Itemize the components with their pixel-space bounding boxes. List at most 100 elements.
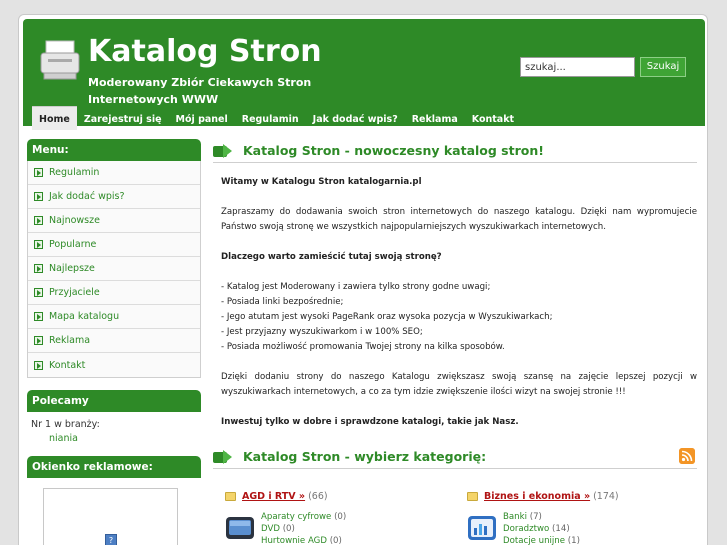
subcategory-count: (0) (282, 524, 295, 534)
menu-heading: Menu: (27, 139, 201, 161)
section-title: Katalog Stron - wybierz kategorię: (243, 449, 487, 464)
arrow-bullet-icon (34, 216, 43, 225)
nav-my-panel[interactable]: Mój panel (169, 110, 235, 130)
site-title[interactable]: Katalog Stron (88, 34, 322, 69)
sidebar-item-how-to-add[interactable]: Jak dodać wpis? (28, 185, 200, 209)
arrow-bullet-icon (34, 264, 43, 273)
sidebar-item-contact[interactable]: Kontakt (28, 353, 200, 377)
printer-icon (40, 40, 80, 80)
reason-item: - Jego atutam jest wysoki PageRank oraz … (221, 312, 553, 322)
folder-icon (467, 491, 478, 501)
section-title: Katalog Stron - nowoczesny katalog stron… (243, 143, 544, 158)
arrow-bullet-icon (34, 360, 43, 370)
nav-rules[interactable]: Regulamin (235, 110, 306, 130)
nav-contact[interactable]: Kontakt (465, 110, 521, 130)
search-button[interactable]: Szukaj (640, 57, 686, 77)
arrow-bullet-icon (34, 168, 43, 177)
reasons-list: - Katalog jest Moderowany i zawiera tylk… (221, 280, 697, 355)
rss-icon[interactable] (679, 448, 695, 464)
sidebar-item-label: Przyjaciele (49, 287, 100, 298)
subcategory-link[interactable]: Hurtownie AGD (261, 536, 327, 545)
category-count: (66) (308, 490, 328, 502)
arrow-bullet-icon (34, 192, 43, 201)
list-item: Hurtownie AGD (0) (261, 535, 346, 545)
subcategory-count: (0) (334, 512, 347, 522)
sidebar-item-label: Mapa katalogu (49, 311, 120, 322)
subcategory-link[interactable]: Dotacje unijne (503, 536, 565, 545)
search-input[interactable] (520, 57, 635, 77)
ad-heading: Okienko reklamowe: (27, 456, 201, 478)
category-count: (174) (593, 490, 619, 502)
subcategory-count: (0) (329, 536, 342, 545)
arrow-bullet-icon (34, 336, 43, 345)
cta-text: Inwestuj tylko w dobre i sprawdzone kata… (221, 417, 519, 427)
polecamy-box: Nr 1 w branży: niania (27, 412, 201, 452)
sidebar-item-friends[interactable]: Przyjaciele (28, 281, 200, 305)
reason-item: - Posiada możliwość promowania Twojej st… (221, 342, 505, 352)
sidebar-item-best[interactable]: Najlepsze (28, 257, 200, 281)
sidebar-item-label: Regulamin (49, 167, 100, 178)
polecamy-heading: Polecamy (27, 390, 201, 412)
list-item: Aparaty cyfrowe (0) (261, 511, 346, 523)
sidebar-item-label: Najlepsze (49, 263, 95, 274)
subcategory-count: (7) (529, 512, 542, 522)
main-nav: Home Zarejestruj się Mój panel Regulamin… (32, 106, 521, 130)
subcategory-list: Banki (7) Doradztwo (14) Dotacje unijne … (503, 511, 580, 545)
category-link[interactable]: Biznes i ekonomia » (484, 491, 590, 502)
arrow-bullet-icon (34, 312, 43, 321)
category-link[interactable]: AGD i RTV » (242, 491, 305, 502)
subcategory-link[interactable]: Aparaty cyfrowe (261, 512, 331, 522)
arrow-bullet-icon (34, 288, 43, 297)
missing-image-icon: ? (105, 534, 117, 545)
intro-paragraph: Zapraszamy do dodawania swoich stron int… (221, 207, 697, 232)
polecamy-link[interactable]: niania (31, 432, 197, 446)
intro-text: Witamy w Katalogu Stron katalogarnia.pl … (213, 163, 697, 430)
business-chart-icon (468, 516, 496, 540)
green-arrow-icon (213, 450, 232, 464)
sidebar-item-regulamin[interactable]: Regulamin (28, 161, 200, 185)
list-item: DVD (0) (261, 523, 346, 535)
reason-item: - Posiada linki bezpośrednie; (221, 297, 344, 307)
subcategory-count: (1) (567, 536, 580, 545)
subcategory-link[interactable]: Banki (503, 512, 527, 522)
category-head: AGD i RTV » (66) (225, 489, 455, 503)
list-item: Doradztwo (14) (503, 523, 580, 535)
sidebar-item-popular[interactable]: Popularne (28, 233, 200, 257)
polecamy-text: Nr 1 w branży: (31, 419, 100, 430)
section-header-categories: Katalog Stron - wybierz kategorię: (213, 445, 697, 469)
nav-home[interactable]: Home (32, 106, 77, 130)
ad-slot[interactable]: ? (43, 488, 178, 545)
category-agd-rtv: AGD i RTV » (66) Aparaty cyfrowe (0) DVD… (225, 489, 455, 545)
subcategory-list: Aparaty cyfrowe (0) DVD (0) Hurtownie AG… (261, 511, 346, 545)
list-item: Banki (7) (503, 511, 580, 523)
nav-how-to-add[interactable]: Jak dodać wpis? (306, 110, 405, 130)
site-header: Katalog Stron Moderowany Zbiór Ciekawych… (23, 19, 705, 130)
category-head: Biznes i ekonomia » (174) (467, 489, 697, 503)
sidebar-item-ads[interactable]: Reklama (28, 329, 200, 353)
nav-ads[interactable]: Reklama (405, 110, 465, 130)
welcome-text: Witamy w Katalogu Stron katalogarnia.pl (221, 177, 422, 187)
reason-item: - Jest przyjazny wyszukiwarkom i w 100% … (221, 327, 423, 337)
subcategory-link[interactable]: DVD (261, 524, 280, 534)
nav-register[interactable]: Zarejestruj się (77, 110, 169, 130)
subcategory-count: (14) (552, 524, 570, 534)
sidebar-item-sitemap[interactable]: Mapa katalogu (28, 305, 200, 329)
section-header: Katalog Stron - nowoczesny katalog stron… (213, 139, 697, 163)
outro-paragraph: Dzięki dodaniu strony do naszego Katalog… (221, 372, 697, 397)
sidebar-item-label: Kontakt (49, 359, 86, 371)
sidebar-item-label: Najnowsze (49, 215, 100, 226)
sidebar-item-label: Popularne (49, 239, 97, 250)
page-container: Katalog Stron Moderowany Zbiór Ciekawych… (18, 14, 708, 545)
folder-icon (225, 491, 236, 501)
green-arrow-icon (213, 144, 232, 158)
tv-icon (226, 517, 254, 539)
arrow-bullet-icon (34, 240, 43, 249)
sidebar-item-label: Jak dodać wpis? (49, 191, 125, 202)
sidebar: Menu: Regulamin Jak dodać wpis? Najnowsz… (27, 139, 201, 545)
reason-item: - Katalog jest Moderowany i zawiera tylk… (221, 282, 491, 292)
main-content: Katalog Stron - nowoczesny katalog stron… (213, 139, 697, 469)
sidebar-item-label: Reklama (49, 335, 91, 346)
sidebar-item-newest[interactable]: Najnowsze (28, 209, 200, 233)
subcategory-link[interactable]: Doradztwo (503, 524, 549, 534)
site-subtitle: Moderowany Zbiór Ciekawych Stron Interne… (88, 76, 312, 106)
